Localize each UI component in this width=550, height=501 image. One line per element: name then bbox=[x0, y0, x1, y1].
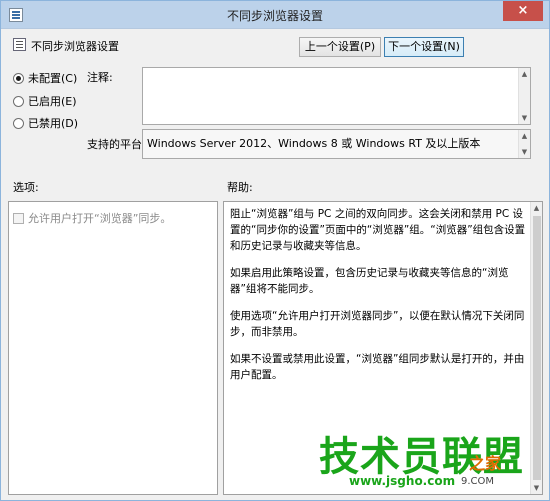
scroll-up-arrow-icon[interactable]: ▲ bbox=[519, 68, 530, 80]
allow-browser-sync-label: 允许用户打开“浏览器”同步。 bbox=[28, 212, 172, 225]
comment-scrollbar[interactable]: ▲ ▼ bbox=[518, 68, 530, 124]
help-paragraph: 使用选项“允许用户打开浏览器同步”，以便在默认情况下关闭同步，而非禁用。 bbox=[230, 310, 525, 338]
policy-setting-icon bbox=[13, 38, 26, 51]
radio-enabled-label: 已启用(E) bbox=[28, 95, 77, 108]
window-title: 不同步浏览器设置 bbox=[226, 9, 323, 23]
help-text: 阻止“浏览器”组与 PC 之间的双向同步。这会关闭和禁用 PC 设置的“同步你的… bbox=[230, 206, 526, 394]
help-paragraph: 如果不设置或禁用此设置，“浏览器”组同步默认是打开的，并由用户配置。 bbox=[230, 353, 525, 381]
policy-name: 不同步浏览器设置 bbox=[31, 40, 119, 53]
platform-field: Windows Server 2012、Windows 8 或 Windows … bbox=[142, 129, 531, 159]
comment-textarea[interactable]: ▲ ▼ bbox=[142, 67, 531, 125]
radio-disabled[interactable]: 已禁用(D) bbox=[13, 115, 78, 131]
scroll-up-arrow-icon[interactable]: ▲ bbox=[531, 202, 542, 214]
options-label: 选项: bbox=[13, 181, 39, 194]
close-button[interactable]: × bbox=[503, 1, 543, 21]
platform-label: 支持的平台: bbox=[87, 138, 146, 151]
watermark-badge-text: 之家 bbox=[469, 454, 502, 473]
help-label: 帮助: bbox=[227, 181, 253, 194]
radio-not-configured[interactable]: 未配置(C) bbox=[13, 70, 77, 86]
radio-not-configured-label: 未配置(C) bbox=[28, 72, 78, 85]
help-paragraph: 如果启用此策略设置，包含历史记录与收藏夹等信息的“浏览器”组将不能同步。 bbox=[230, 267, 509, 295]
radio-enabled-indicator[interactable] bbox=[13, 95, 24, 107]
watermark-sub-text: 9.COM bbox=[461, 476, 495, 487]
scroll-down-arrow-icon[interactable]: ▼ bbox=[519, 146, 530, 158]
scroll-down-arrow-icon[interactable]: ▼ bbox=[519, 112, 530, 124]
platform-value: Windows Server 2012、Windows 8 或 Windows … bbox=[147, 137, 481, 150]
help-paragraph: 阻止“浏览器”组与 PC 之间的双向同步。这会关闭和禁用 PC 设置的“同步你的… bbox=[230, 208, 526, 252]
previous-setting-button[interactable]: 上一个设置(P) bbox=[299, 37, 381, 57]
allow-browser-sync-checkbox[interactable] bbox=[13, 212, 24, 224]
radio-not-configured-indicator[interactable] bbox=[13, 72, 24, 84]
allow-browser-sync-option[interactable]: 允许用户打开“浏览器”同步。 bbox=[13, 210, 171, 226]
comment-label: 注释: bbox=[87, 71, 113, 84]
next-setting-button[interactable]: 下一个设置(N) bbox=[384, 37, 464, 57]
site-watermark: 技术员联盟 之家 www.jsgho.com 9.COM bbox=[319, 424, 549, 500]
watermark-url: www.jsgho.com bbox=[349, 474, 456, 488]
policy-dialog-window: 不同步浏览器设置 × 不同步浏览器设置 上一个设置(P) 下一个设置(N) 未配… bbox=[0, 0, 550, 501]
scroll-up-arrow-icon[interactable]: ▲ bbox=[519, 130, 530, 142]
options-panel: 允许用户打开“浏览器”同步。 bbox=[8, 201, 218, 495]
radio-disabled-label: 已禁用(D) bbox=[28, 117, 79, 130]
platform-scrollbar[interactable]: ▲ ▼ bbox=[518, 130, 530, 158]
radio-disabled-indicator[interactable] bbox=[13, 117, 24, 129]
title-bar[interactable]: 不同步浏览器设置 × bbox=[1, 1, 549, 29]
radio-enabled[interactable]: 已启用(E) bbox=[13, 93, 77, 109]
